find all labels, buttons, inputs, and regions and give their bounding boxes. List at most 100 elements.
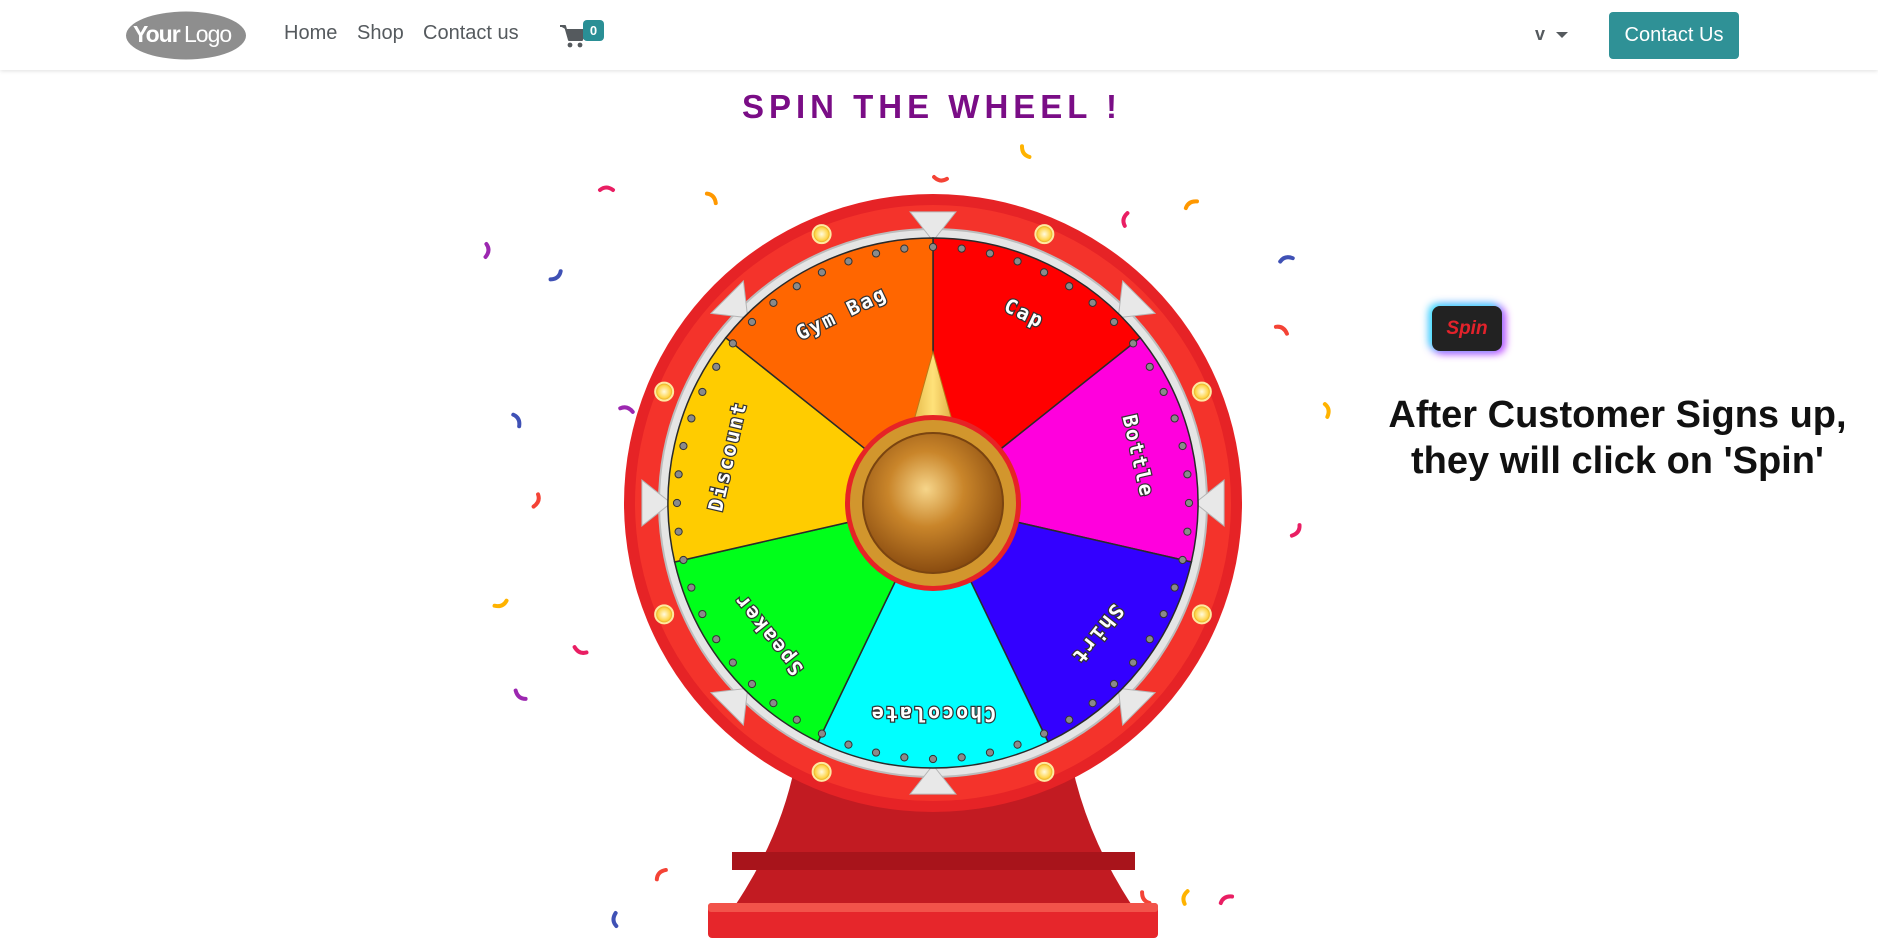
wheel-peg (844, 257, 853, 266)
rim-light-bulb (811, 224, 832, 245)
confetti-piece (1181, 889, 1190, 906)
wheel-peg (1129, 658, 1138, 667)
wheel-peg (792, 282, 801, 291)
svg-text:Logo: Logo (184, 21, 231, 47)
wheel-peg (1178, 555, 1187, 565)
wheel-peg (1183, 470, 1192, 479)
confetti-piece (1183, 199, 1200, 211)
wheel-peg (679, 555, 688, 565)
wheel-peg (674, 470, 683, 479)
rim-light-bulb (654, 381, 675, 402)
language-selector[interactable]: v (1535, 24, 1545, 45)
confetti-piece (611, 911, 619, 928)
wheel-peg (712, 635, 721, 644)
wheel-peg (769, 699, 778, 708)
wheel-peg (1065, 282, 1074, 291)
confetti-piece (654, 867, 668, 882)
rim-light-bulb (1191, 604, 1212, 625)
wheel-peg (687, 583, 696, 592)
wheel-peg (1159, 387, 1168, 397)
confetti-piece (1273, 324, 1289, 336)
wheel-peg (698, 387, 707, 397)
confetti-piece (572, 645, 589, 655)
wheel-hub (862, 432, 1004, 574)
company-logo[interactable]: Your Logo (125, 10, 247, 61)
wheel-peg (747, 317, 757, 327)
rim-light-bulb (1191, 381, 1212, 402)
wheel-segment-label: Chocolate (870, 702, 996, 726)
nav-home[interactable]: Home (284, 22, 337, 45)
confetti-piece (1322, 402, 1331, 419)
confetti-piece (511, 412, 522, 429)
wheel-peg (817, 729, 827, 738)
wheel-peg (1109, 679, 1119, 689)
rim-light-bulb (1034, 224, 1055, 245)
wheel-peg (712, 362, 721, 371)
top-navbar: Your Logo Home Shop Contact us 0 v Conta… (0, 0, 1878, 70)
wheel-peg (844, 740, 853, 749)
wheel-peg (928, 242, 938, 252)
nav-shop[interactable]: Shop (357, 22, 404, 45)
wheel-peg (1178, 441, 1187, 451)
confetti-piece (1140, 890, 1152, 905)
confetti-piece (513, 688, 528, 701)
wheel-peg (679, 441, 688, 451)
confetti-piece (483, 242, 491, 259)
wheel-peg (900, 753, 909, 762)
wheel-peg (928, 754, 938, 764)
svg-text:Your: Your (133, 21, 181, 47)
caption-line-2: they will click on 'Spin' (1411, 440, 1824, 482)
confetti-piece (1019, 144, 1032, 159)
wheel-peg (1039, 729, 1049, 738)
wheel-peg (1170, 414, 1179, 423)
confetti-piece (492, 598, 509, 609)
wheel-peg (1170, 583, 1179, 592)
wheel-peg (871, 249, 881, 258)
wheel-peg (1145, 635, 1154, 644)
wheel-peg (674, 527, 683, 536)
confetti-piece (1278, 255, 1295, 264)
wheel-peg (1145, 362, 1154, 371)
spin-button[interactable]: Spin (1432, 306, 1502, 351)
wheel-peg (1088, 298, 1097, 307)
contact-us-button[interactable]: Contact Us (1609, 12, 1739, 59)
confetti-piece (704, 191, 718, 206)
prize-wheel[interactable]: CapBottleShirtChocolateSpeakerDiscountGy… (480, 140, 1380, 940)
wheel-peg (687, 414, 696, 423)
wheel-peg (728, 339, 737, 348)
confetti-piece (548, 269, 563, 282)
confetti-piece (618, 405, 635, 414)
wheel-peg (1109, 317, 1119, 327)
wheel-peg (957, 753, 966, 762)
wheel-peg (985, 748, 995, 757)
wheel-peg (769, 298, 778, 307)
wheel-peg (1183, 527, 1192, 536)
wheel-peg (985, 249, 995, 258)
wheel-peg (1013, 257, 1022, 266)
confetti-piece (1121, 211, 1130, 228)
wheel-peg (747, 679, 757, 689)
wheel-peg (1039, 268, 1049, 277)
wheel-peg (698, 609, 707, 619)
wheel-peg (871, 748, 881, 757)
wheel-peg (1159, 609, 1168, 619)
nav-contact-us[interactable]: Contact us (423, 22, 519, 45)
caption-line-1: After Customer Signs up, (1388, 394, 1847, 436)
wheel-peg (728, 658, 737, 667)
wheel-peg (792, 715, 801, 724)
wheel-peg (1088, 699, 1097, 708)
confetti-piece (1289, 523, 1302, 538)
page-title: SPIN THE WHEEL ! (741, 88, 1123, 125)
wheel-peg (957, 244, 966, 253)
confetti-piece (1218, 894, 1235, 905)
rim-light-bulb (654, 604, 675, 625)
wheel-peg (900, 244, 909, 253)
rim-light-bulb (811, 761, 832, 782)
rim-light-bulb (1034, 761, 1055, 782)
wheel-peg (1184, 498, 1194, 508)
chevron-down-icon[interactable] (1556, 32, 1568, 38)
wheel-peg (672, 498, 682, 508)
confetti-piece (932, 175, 949, 183)
cart-count-badge: 0 (583, 20, 604, 41)
wheel-peg (1065, 715, 1074, 724)
